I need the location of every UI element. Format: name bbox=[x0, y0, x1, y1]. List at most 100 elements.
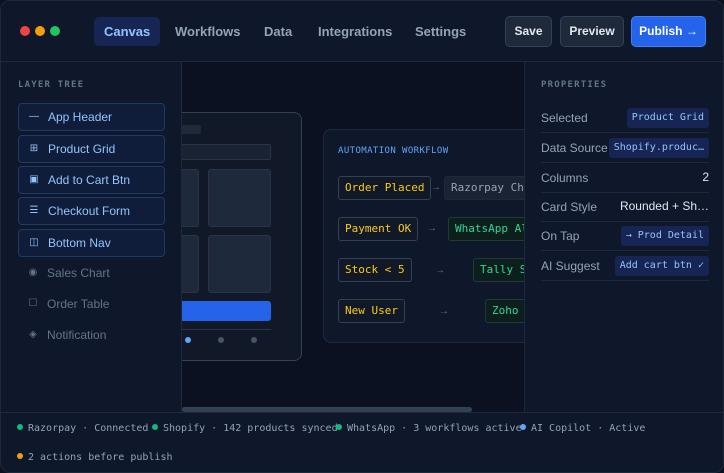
arrow-right-icon: → bbox=[435, 265, 445, 276]
status-dot-icon bbox=[17, 424, 23, 430]
grid-icon: ⊞ bbox=[29, 143, 39, 154]
layer-tree-title: LAYER TREE bbox=[18, 80, 85, 90]
top-bar: Canvas Workflows Data Integrations Setti… bbox=[1, 1, 723, 62]
automation-workflow-card[interactable]: AUTOMATION WORKFLOW Order Placed → Razor… bbox=[323, 129, 524, 343]
phone-mockup[interactable] bbox=[182, 112, 302, 361]
window-close-button[interactable] bbox=[20, 26, 30, 36]
workflow-trigger[interactable]: New User bbox=[338, 299, 405, 323]
mockup-header-bar bbox=[182, 125, 201, 134]
status-pending-actions: 2 actions before publish bbox=[17, 452, 173, 463]
tab-integrations[interactable]: Integrations bbox=[308, 17, 402, 46]
properties-panel: PROPERTIES Selected Product Grid Data So… bbox=[524, 62, 723, 412]
arrow-right-icon: → bbox=[431, 182, 441, 193]
property-value-chip[interactable]: → Prod Detail bbox=[620, 226, 709, 246]
columns-icon: ◫ bbox=[29, 237, 39, 248]
window-maximize-button[interactable] bbox=[50, 26, 60, 36]
list-icon: ☰ bbox=[29, 205, 39, 216]
minus-icon: — bbox=[29, 111, 39, 122]
workflow-trigger[interactable]: Stock < 5 bbox=[338, 258, 412, 282]
status-razorpay: Razorpay · Connected bbox=[17, 423, 148, 434]
tab-data[interactable]: Data bbox=[254, 17, 302, 46]
arrow-right-icon: → bbox=[427, 223, 437, 234]
layer-item-label: Product Grid bbox=[48, 142, 116, 156]
table-icon: ☐ bbox=[28, 298, 38, 309]
workflow-action[interactable]: WhatsApp Ale bbox=[448, 217, 524, 241]
property-value-chip[interactable]: Shopify.produc… bbox=[608, 138, 709, 158]
layer-item-checkout-form[interactable]: ☰ Checkout Form bbox=[18, 197, 165, 225]
warning-dot-icon bbox=[17, 453, 23, 459]
layer-item-add-to-cart-btn[interactable]: ▣ Add to Cart Btn bbox=[18, 166, 165, 194]
layer-tree-panel: LAYER TREE — App Header ⊞ Product Grid ▣… bbox=[1, 62, 182, 412]
mockup-search-bar bbox=[182, 144, 271, 160]
layer-item-sales-chart[interactable]: ◉ Sales Chart bbox=[18, 260, 165, 288]
property-value[interactable]: Rounded + Sh… bbox=[620, 199, 709, 213]
status-bar: Razorpay · Connected Shopify · 142 produ… bbox=[1, 412, 723, 472]
property-ai-suggest[interactable]: AI Suggest Add cart btn ✓ bbox=[541, 253, 709, 281]
workflow-action[interactable]: Zoho C bbox=[485, 299, 524, 323]
status-dot-icon bbox=[520, 424, 526, 430]
property-label: AI Suggest bbox=[541, 259, 600, 273]
status-text: WhatsApp · 3 workflows active bbox=[347, 423, 522, 434]
property-label: Selected bbox=[541, 111, 588, 125]
chart-icon: ◉ bbox=[28, 267, 38, 278]
workflow-action[interactable]: Tally Sy bbox=[473, 258, 524, 282]
design-canvas[interactable]: AUTOMATION WORKFLOW Order Placed → Razor… bbox=[182, 62, 524, 412]
workflow-trigger[interactable]: Order Placed bbox=[338, 176, 432, 200]
property-label: Columns bbox=[541, 171, 589, 185]
layer-item-order-table[interactable]: ☐ Order Table bbox=[18, 291, 165, 319]
tab-canvas[interactable]: Canvas bbox=[94, 17, 161, 46]
layer-item-bottom-nav[interactable]: ◫ Bottom Nav bbox=[18, 229, 165, 257]
button-icon: ▣ bbox=[29, 174, 39, 185]
property-label: Card Style bbox=[541, 200, 598, 214]
status-text: Shopify · 142 products synced bbox=[163, 423, 338, 434]
window-minimize-button[interactable] bbox=[35, 26, 45, 36]
ai-suggestion-chip[interactable]: Add cart btn ✓ bbox=[614, 256, 709, 276]
layer-item-app-header[interactable]: — App Header bbox=[18, 103, 165, 131]
preview-button[interactable]: Preview bbox=[560, 16, 624, 47]
status-text: 2 actions before publish bbox=[28, 452, 173, 463]
layer-item-product-grid[interactable]: ⊞ Product Grid bbox=[18, 135, 165, 163]
mockup-nav-dot[interactable] bbox=[251, 337, 257, 343]
status-dot-icon bbox=[336, 424, 342, 430]
save-button[interactable]: Save bbox=[505, 16, 552, 47]
tab-workflows[interactable]: Workflows bbox=[165, 17, 251, 46]
property-data-source[interactable]: Data Source Shopify.produc… bbox=[541, 135, 709, 163]
arrow-right-icon: → bbox=[439, 306, 449, 317]
mockup-product-card[interactable] bbox=[208, 169, 271, 227]
property-value-chip[interactable]: Product Grid bbox=[626, 108, 709, 128]
layer-item-label: Order Table bbox=[47, 297, 110, 311]
layer-item-label: Add to Cart Btn bbox=[48, 173, 131, 187]
mockup-product-card[interactable] bbox=[182, 169, 199, 227]
layer-item-label: Checkout Form bbox=[48, 204, 131, 218]
mockup-add-to-cart-button[interactable] bbox=[182, 301, 271, 321]
tab-settings[interactable]: Settings bbox=[405, 17, 476, 46]
app-window: Canvas Workflows Data Integrations Setti… bbox=[0, 0, 724, 473]
layer-item-label: Bottom Nav bbox=[48, 236, 111, 250]
bell-icon: ◈ bbox=[29, 329, 37, 340]
layer-item-label: Sales Chart bbox=[47, 266, 110, 280]
mockup-nav-dot[interactable] bbox=[185, 337, 191, 343]
mockup-product-card[interactable] bbox=[208, 235, 271, 293]
property-columns[interactable]: Columns 2 bbox=[541, 165, 709, 193]
layer-item-notification[interactable]: ◈ Notification bbox=[18, 322, 165, 350]
status-shopify: Shopify · 142 products synced bbox=[152, 423, 338, 434]
property-selected[interactable]: Selected Product Grid bbox=[541, 105, 709, 133]
property-label: Data Source bbox=[541, 141, 608, 155]
mockup-divider bbox=[182, 329, 271, 330]
status-text: AI Copilot · Active bbox=[531, 423, 646, 434]
workflow-trigger[interactable]: Payment OK bbox=[338, 217, 419, 241]
property-on-tap[interactable]: On Tap → Prod Detail bbox=[541, 223, 709, 251]
publish-button[interactable]: Publish → bbox=[631, 16, 706, 47]
properties-title: PROPERTIES bbox=[541, 80, 608, 90]
layer-item-label: Notification bbox=[47, 328, 107, 342]
mockup-nav-dot[interactable] bbox=[218, 337, 224, 343]
property-label: On Tap bbox=[541, 229, 580, 243]
layer-item-label: App Header bbox=[48, 110, 113, 124]
status-whatsapp: WhatsApp · 3 workflows active bbox=[336, 423, 522, 434]
status-ai-copilot: AI Copilot · Active bbox=[520, 423, 645, 434]
status-dot-icon bbox=[152, 424, 158, 430]
property-card-style[interactable]: Card Style Rounded + Sh… bbox=[541, 194, 709, 222]
property-value[interactable]: 2 bbox=[702, 170, 709, 184]
workflow-action[interactable]: Razorpay Cha bbox=[444, 176, 524, 200]
mockup-product-card[interactable] bbox=[182, 235, 199, 293]
